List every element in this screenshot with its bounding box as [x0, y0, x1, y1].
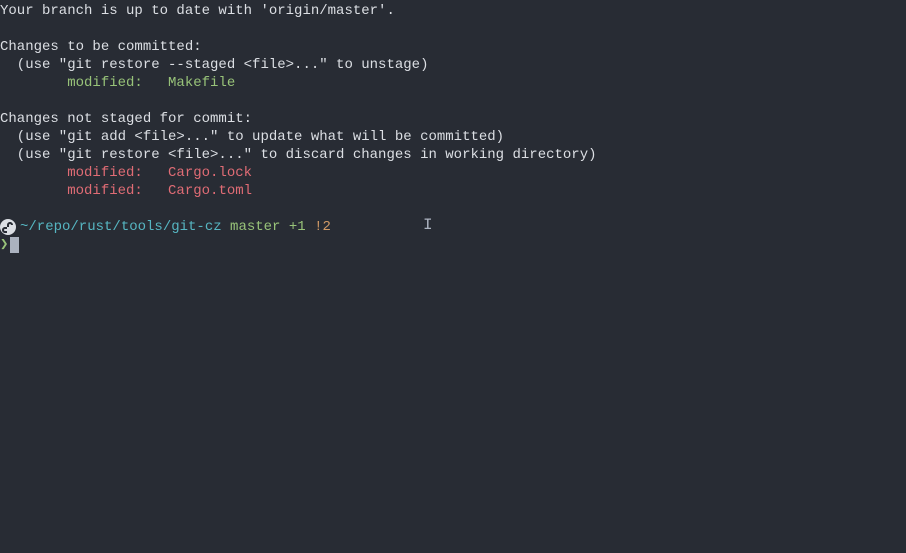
- prompt-input-line[interactable]: ❯: [0, 236, 906, 254]
- prompt-unstaged-count: !2: [314, 219, 331, 235]
- modified-label: modified:: [0, 183, 168, 199]
- unstaged-filename: Cargo.lock: [168, 165, 252, 181]
- status-uptodate: Your branch is up to date with 'origin/m…: [0, 2, 906, 20]
- prompt-path: ~/repo/rust/tools/git-cz: [20, 219, 222, 235]
- prompt-line: ~/repo/rust/tools/git-cz master +1 !2: [0, 218, 906, 236]
- terminal-output[interactable]: Your branch is up to date with 'origin/m…: [0, 0, 906, 254]
- modified-label: modified:: [0, 75, 168, 91]
- changes-unstaged-hint2: (use "git restore <file>..." to discard …: [0, 146, 906, 164]
- prompt-staged-count: +1: [289, 219, 306, 235]
- modified-label: modified:: [0, 165, 168, 181]
- fedora-icon: [0, 219, 16, 235]
- changes-unstaged-hint1: (use "git add <file>..." to update what …: [0, 128, 906, 146]
- unstaged-filename: Cargo.toml: [168, 183, 252, 199]
- terminal-cursor: [10, 237, 19, 253]
- changes-committed-hint: (use "git restore --staged <file>..." to…: [0, 56, 906, 74]
- prompt-arrow: ❯: [0, 237, 8, 253]
- unstaged-file-line-2: modified: Cargo.toml: [0, 182, 906, 200]
- changes-committed-header: Changes to be committed:: [0, 38, 906, 56]
- staged-filename: Makefile: [168, 75, 235, 91]
- unstaged-file-line-1: modified: Cargo.lock: [0, 164, 906, 182]
- changes-unstaged-header: Changes not staged for commit:: [0, 110, 906, 128]
- prompt-branch: master: [230, 219, 280, 235]
- staged-file-line: modified: Makefile: [0, 74, 906, 92]
